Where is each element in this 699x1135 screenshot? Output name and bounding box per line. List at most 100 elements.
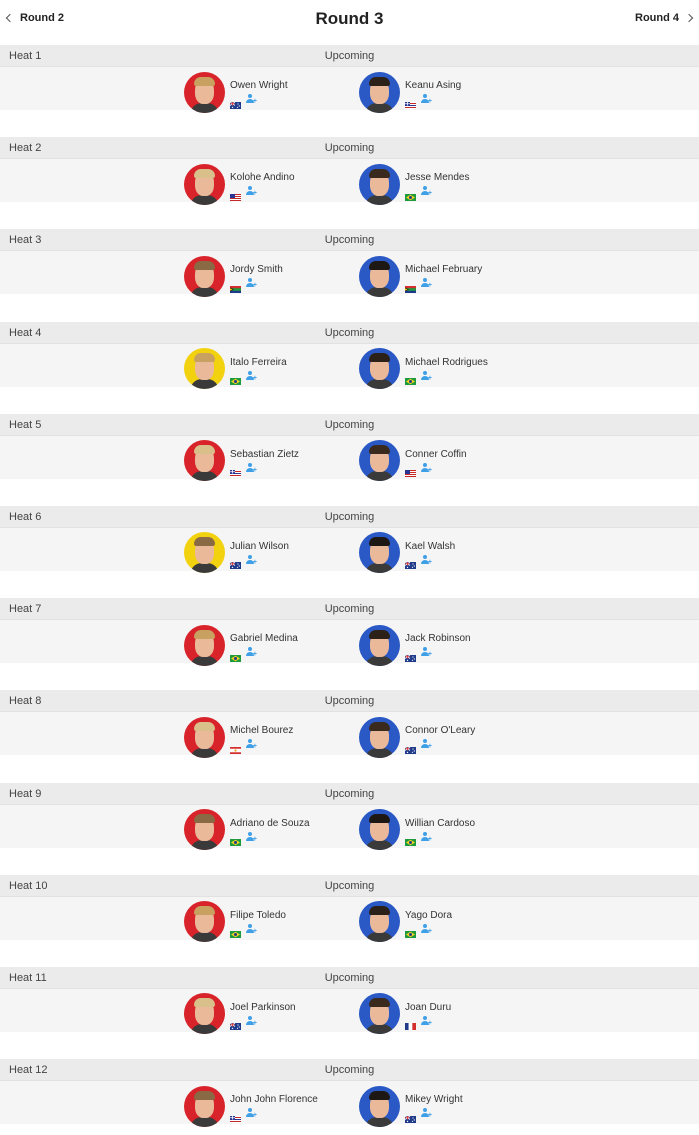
athlete-avatar[interactable] (184, 255, 225, 297)
heat-card[interactable]: Heat 5 Upcoming Sebastian Zietz + Conner Cof… (0, 413, 699, 506)
athlete-entry[interactable]: Mikey Wright + (359, 1085, 463, 1127)
athlete-entry[interactable]: Sebastian Zietz + (184, 440, 299, 482)
athlete-entry[interactable]: Kael Walsh + (359, 532, 455, 574)
follow-athlete-icon[interactable]: + (421, 554, 432, 566)
athlete-avatar[interactable] (184, 809, 225, 850)
athlete-entry[interactable]: Jack Robinson + (359, 624, 471, 666)
athlete-name[interactable]: Jordy Smith (230, 264, 283, 276)
follow-athlete-icon[interactable]: + (246, 647, 257, 658)
athlete-avatar[interactable] (184, 440, 225, 482)
athlete-entry[interactable]: Willian Cardoso + (359, 809, 475, 851)
athlete-avatar[interactable] (184, 1085, 225, 1127)
follow-athlete-icon[interactable]: + (421, 186, 432, 197)
athlete-name[interactable]: Keanu Asing (405, 80, 461, 92)
athlete-entry[interactable]: Owen Wright + (184, 71, 288, 113)
follow-athlete-icon[interactable]: + (246, 1015, 257, 1027)
follow-athlete-icon[interactable]: + (421, 370, 432, 382)
athlete-entry[interactable]: Gabriel Medina + (184, 624, 298, 666)
heat-card[interactable]: Heat 2 Upcoming Kolohe Andino + Jesse Mendes… (0, 137, 699, 229)
athlete-name[interactable]: Conner Coffin (405, 449, 467, 461)
follow-athlete-icon[interactable]: + (421, 923, 432, 935)
athlete-entry[interactable]: Yago Dora + (359, 901, 452, 943)
athlete-name[interactable]: Michel Bourez (230, 725, 293, 737)
follow-athlete-icon[interactable]: + (421, 462, 432, 474)
athlete-entry[interactable]: Michael February + (359, 255, 482, 297)
athlete-name[interactable]: Michael Rodrigues (405, 357, 488, 369)
follow-athlete-icon[interactable]: + (421, 739, 432, 750)
heat-card[interactable]: Heat 3 Upcoming Jordy Smith + Michael Februa… (0, 229, 699, 321)
athlete-avatar[interactable] (359, 163, 400, 205)
athlete-avatar[interactable] (359, 255, 400, 297)
athlete-name[interactable]: Adriano de Souza (230, 818, 310, 830)
follow-athlete-icon[interactable]: + (421, 831, 432, 843)
athlete-avatar[interactable] (359, 532, 400, 574)
prev-round-link[interactable]: Round 2 (5, 12, 64, 24)
follow-athlete-icon[interactable]: + (246, 923, 257, 935)
athlete-avatar[interactable] (184, 624, 225, 666)
athlete-avatar[interactable] (359, 348, 400, 390)
athlete-entry[interactable]: John John Florence + (184, 1085, 318, 1127)
athlete-avatar[interactable] (184, 993, 225, 1035)
athlete-entry[interactable]: Joel Parkinson + (184, 993, 296, 1035)
athlete-avatar[interactable] (359, 1085, 400, 1127)
athlete-name[interactable]: Mikey Wright (405, 1094, 463, 1106)
athlete-name[interactable]: Sebastian Zietz (230, 449, 299, 461)
heat-card[interactable]: Heat 10 Upcoming Filipe Toledo + Yago Dora + (0, 874, 699, 967)
athlete-name[interactable]: Jack Robinson (405, 633, 471, 645)
athlete-avatar[interactable] (184, 348, 225, 390)
athlete-avatar[interactable] (184, 71, 225, 113)
athlete-avatar[interactable] (359, 440, 400, 482)
athlete-name[interactable]: Gabriel Medina (230, 633, 298, 645)
athlete-entry[interactable]: Filipe Toledo + (184, 901, 286, 943)
heat-card[interactable]: Heat 7 Upcoming Gabriel Medina + Jack Robins… (0, 598, 699, 690)
follow-athlete-icon[interactable]: + (246, 462, 257, 474)
athlete-name[interactable]: Yago Dora (405, 910, 452, 922)
athlete-name[interactable]: Michael February (405, 264, 482, 276)
athlete-avatar[interactable] (184, 901, 225, 943)
athlete-entry[interactable]: Jesse Mendes + (359, 163, 469, 205)
athlete-avatar[interactable] (359, 624, 400, 666)
heat-card[interactable]: Heat 12 Upcoming John John Florence + Mikey … (0, 1059, 699, 1135)
follow-athlete-icon[interactable]: + (421, 647, 432, 658)
follow-athlete-icon[interactable]: + (246, 1108, 257, 1119)
athlete-name[interactable]: Connor O'Leary (405, 725, 475, 737)
athlete-name[interactable]: Jesse Mendes (405, 172, 469, 184)
athlete-entry[interactable]: Michael Rodrigues + (359, 348, 488, 390)
athlete-avatar[interactable] (184, 716, 225, 758)
follow-athlete-icon[interactable]: + (246, 186, 257, 197)
follow-athlete-icon[interactable]: + (246, 370, 257, 382)
athlete-avatar[interactable] (359, 716, 400, 758)
heat-card[interactable]: Heat 11 Upcoming Joel Parkinson + Joan Duru + (0, 966, 699, 1059)
athlete-name[interactable]: Joel Parkinson (230, 1002, 296, 1014)
athlete-name[interactable]: John John Florence (230, 1094, 318, 1106)
athlete-entry[interactable]: Connor O'Leary + (359, 716, 475, 758)
heat-card[interactable]: Heat 1 Upcoming Owen Wright + Keanu Asing + (0, 45, 699, 137)
athlete-avatar[interactable] (184, 532, 225, 574)
heat-card[interactable]: Heat 8 Upcoming Michel Bourez + Connor O'Lea… (0, 690, 699, 782)
athlete-name[interactable]: Julian Wilson (230, 541, 289, 553)
athlete-name[interactable]: Kolohe Andino (230, 172, 295, 184)
athlete-entry[interactable]: Conner Coffin + (359, 440, 467, 482)
follow-athlete-icon[interactable]: + (246, 94, 257, 105)
athlete-avatar[interactable] (359, 993, 400, 1035)
follow-athlete-icon[interactable]: + (421, 1108, 432, 1119)
athlete-name[interactable]: Willian Cardoso (405, 818, 475, 830)
athlete-entry[interactable]: Italo Ferreira + (184, 348, 287, 390)
athlete-avatar[interactable] (359, 901, 400, 943)
follow-athlete-icon[interactable]: + (246, 831, 257, 843)
follow-athlete-icon[interactable]: + (246, 278, 257, 289)
follow-athlete-icon[interactable]: + (246, 554, 257, 566)
athlete-avatar[interactable] (184, 163, 225, 205)
follow-athlete-icon[interactable]: + (246, 739, 257, 750)
heat-card[interactable]: Heat 6 Upcoming Julian Wilson + Kael Walsh + (0, 505, 699, 598)
athlete-name[interactable]: Owen Wright (230, 80, 288, 92)
athlete-name[interactable]: Filipe Toledo (230, 910, 286, 922)
athlete-entry[interactable]: Jordy Smith + (184, 255, 283, 297)
next-round-link[interactable]: Round 4 (635, 12, 694, 24)
athlete-entry[interactable]: Joan Duru + (359, 993, 451, 1035)
follow-athlete-icon[interactable]: + (421, 278, 432, 289)
heat-card[interactable]: Heat 9 Upcoming Adriano de Souza + Willian C… (0, 782, 699, 875)
heat-card[interactable]: Heat 4 Upcoming Italo Ferreira + Michael Rod… (0, 321, 699, 414)
athlete-name[interactable]: Joan Duru (405, 1002, 451, 1014)
follow-athlete-icon[interactable]: + (421, 94, 432, 105)
